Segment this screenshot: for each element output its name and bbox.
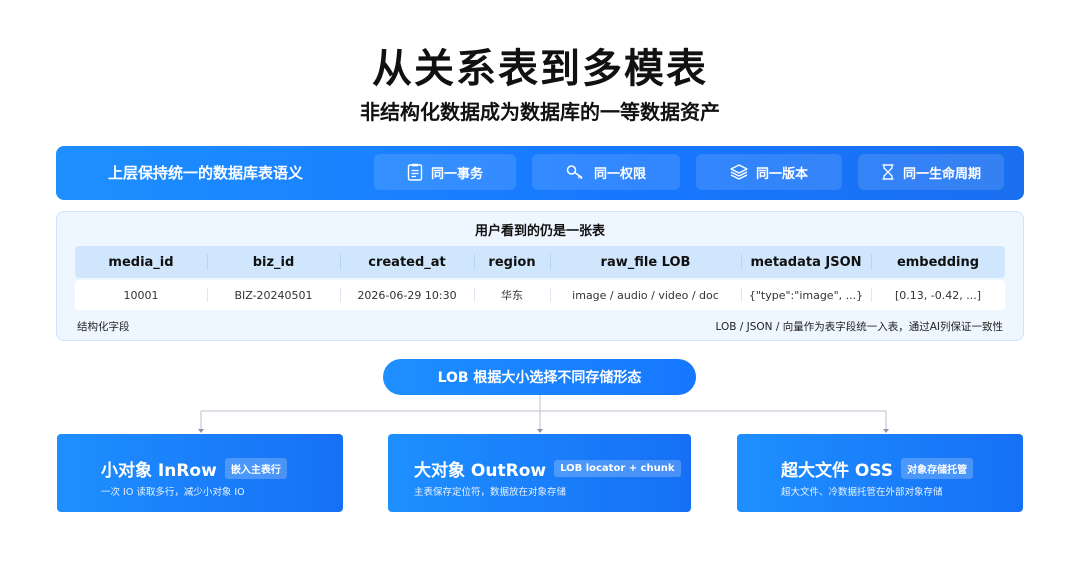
card-badge: 嵌入主表行 — [224, 458, 287, 479]
card-title: 大对象 OutRow — [414, 461, 547, 481]
card-description: 主表保存定位符，数据放在对象存储 — [414, 487, 567, 498]
card-huge-file-oss: 超大文件 OSS 对象存储托管 超大文件、冷数据托管在外部对象存储 — [737, 434, 1023, 512]
card-description: 一次 IO 读取多行，减少小对象 IO — [101, 487, 245, 498]
card-badge: LOB locator + chunk — [554, 460, 681, 477]
card-title: 超大文件 OSS — [781, 461, 894, 481]
lob-storage-pill: LOB 根据大小选择不同存储形态 — [383, 359, 696, 395]
card-description: 超大文件、冷数据托管在外部对象存储 — [781, 487, 943, 498]
card-small-object-inrow: 小对象 InRow 嵌入主表行 一次 IO 读取多行，减少小对象 IO — [57, 434, 343, 512]
card-badge: 对象存储托管 — [901, 458, 974, 479]
card-title: 小对象 InRow — [101, 461, 217, 481]
card-large-object-outrow: 大对象 OutRow LOB locator + chunk 主表保存定位符，数… — [388, 434, 691, 512]
